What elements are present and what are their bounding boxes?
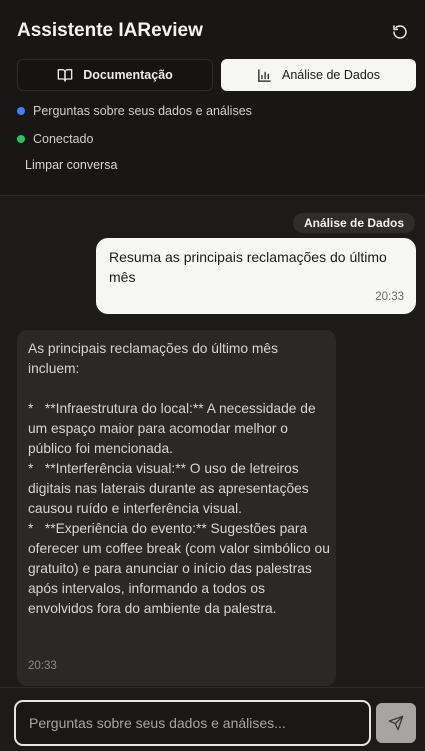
reset-conversation-button[interactable] (388, 20, 412, 44)
tab-documentation-label: Documentação (83, 68, 173, 82)
status-mode: Perguntas sobre seus dados e análises (17, 103, 252, 119)
mode-badge: Análise de Dados (293, 213, 416, 233)
mode-tabs: Documentação Análise de Dados (17, 59, 416, 91)
tab-data-analysis[interactable]: Análise de Dados (221, 59, 416, 91)
status-connection: Conectado (17, 131, 93, 147)
assistant-message-time: 20:33 (28, 660, 57, 672)
green-status-dot-icon (17, 135, 25, 143)
status-mode-text: Perguntas sobre seus dados e análises (33, 104, 252, 118)
clear-conversation-link[interactable]: Limpar conversa (25, 158, 117, 172)
page-title: Assistente IAReview (17, 20, 203, 41)
refresh-icon (393, 25, 407, 39)
assistant-message: As principais reclamações do último mês … (17, 330, 336, 686)
user-message-text: Resuma as principais reclamações do últi… (109, 249, 387, 285)
book-icon (57, 69, 73, 82)
tab-documentation[interactable]: Documentação (17, 59, 213, 91)
tab-data-analysis-label: Análise de Dados (282, 68, 380, 82)
send-icon (388, 715, 404, 731)
assistant-header: Assistente IAReview Documentação Análise… (0, 0, 425, 196)
message-input[interactable] (14, 700, 371, 746)
user-message: Resuma as principais reclamações do últi… (96, 238, 416, 314)
assistant-message-text: As principais reclamações do último mês … (28, 341, 330, 616)
status-connection-text: Conectado (33, 132, 94, 146)
send-button[interactable] (376, 703, 416, 743)
message-composer (0, 687, 425, 751)
user-message-time: 20:33 (375, 291, 404, 303)
bar-chart-icon (258, 68, 271, 82)
blue-status-dot-icon (17, 107, 25, 115)
chat-messages: Análise de Dados Resuma as principais re… (0, 197, 425, 687)
